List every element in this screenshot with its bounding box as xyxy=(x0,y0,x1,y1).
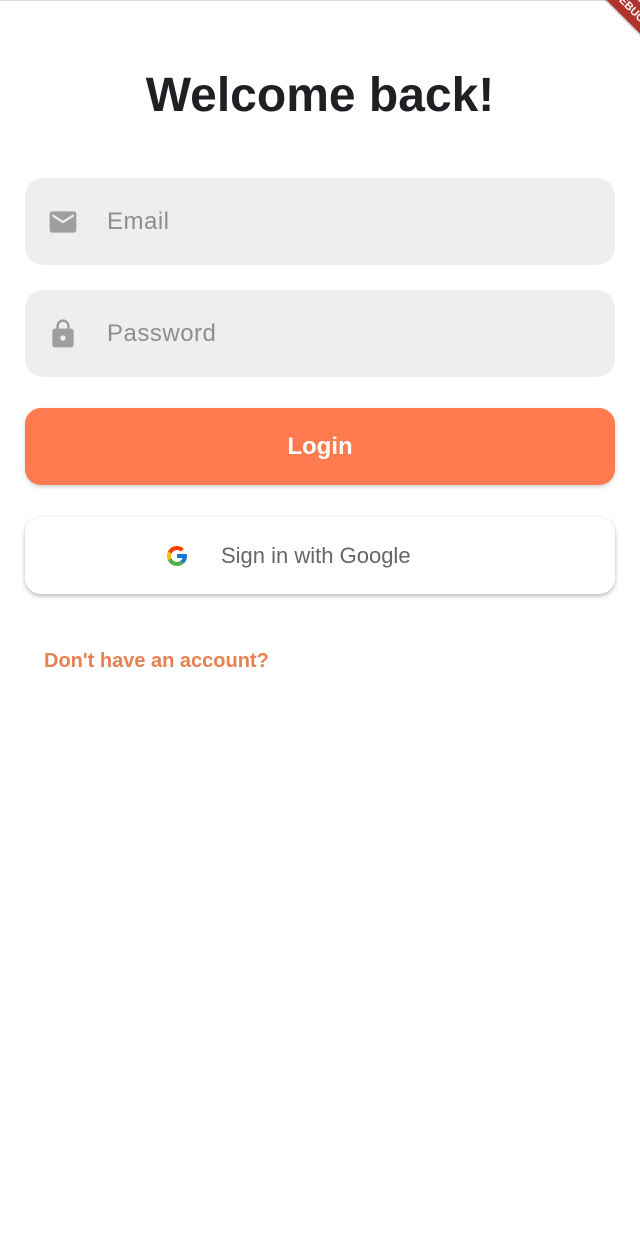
google-g-icon xyxy=(165,544,189,568)
google-button-label: Sign in with Google xyxy=(221,543,411,568)
password-input[interactable] xyxy=(107,290,597,377)
login-button[interactable]: Login xyxy=(25,408,615,485)
signup-link[interactable]: Don't have an account? xyxy=(44,650,269,673)
password-field[interactable] xyxy=(25,290,615,377)
debug-banner: DEBUG xyxy=(589,0,640,47)
page-title: Welcome back! xyxy=(145,69,495,122)
mail-icon xyxy=(47,206,79,238)
google-sign-in-button[interactable]: Sign in with Google xyxy=(25,517,615,594)
email-input[interactable] xyxy=(107,178,597,265)
email-field[interactable] xyxy=(25,178,615,265)
lock-icon xyxy=(47,318,79,350)
top-divider xyxy=(0,0,640,1)
